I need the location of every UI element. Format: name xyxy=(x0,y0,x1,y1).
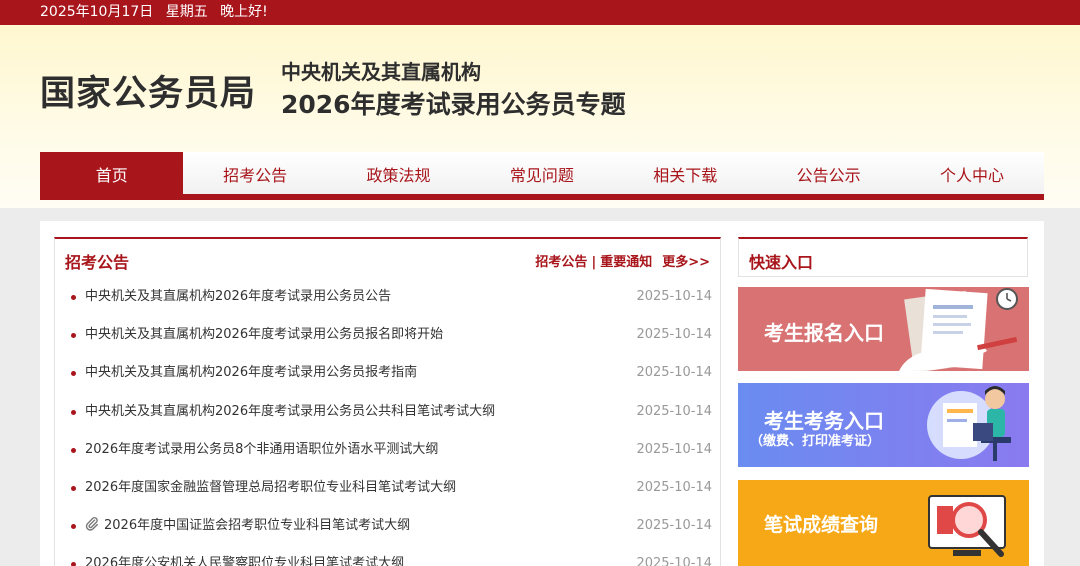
magnifier-monitor-icon xyxy=(928,495,1006,557)
more-link[interactable]: 更多>> xyxy=(662,255,710,270)
list-item[interactable]: 中央机关及其直属机构2026年度考试录用公务员报考指南 2025-10-14 xyxy=(69,363,712,401)
item-title[interactable]: 2026年度考试录用公务员8个非通用语职位外语水平测试大纲 xyxy=(85,440,438,460)
top-bar: 2025年10月17日 星期五 晚上好! xyxy=(0,0,1080,25)
weekday-text: 星期五 xyxy=(165,4,208,20)
list-item[interactable]: 2026年度中国证监会招考职位专业科目笔试考试大纲 2025-10-14 xyxy=(69,516,712,554)
nav-item-announcements[interactable]: 招考公告 xyxy=(183,152,326,200)
list-item[interactable]: 2026年度国家金融监督管理总局招考职位专业科目笔试考试大纲 2025-10-14 xyxy=(69,478,712,516)
nav-item-downloads[interactable]: 相关下载 xyxy=(614,152,757,200)
score-query-label: 笔试成绩查询 xyxy=(764,514,879,536)
nav-item-home[interactable]: 首页 xyxy=(40,152,184,200)
site-logo[interactable]: 国家公务员局 xyxy=(40,65,256,116)
registration-form-icon xyxy=(899,288,1018,371)
bullet-icon xyxy=(71,295,76,300)
link-announcements[interactable]: 招考公告 xyxy=(535,255,587,270)
announcements-list: 中央机关及其直属机构2026年度考试录用公务员公告 2025-10-14 中央机关… xyxy=(69,287,712,566)
registration-entry-banner[interactable]: 考生报名入口 xyxy=(738,287,1029,371)
computer-user-icon xyxy=(927,386,1011,461)
bullet-icon xyxy=(71,524,76,530)
bullet-icon xyxy=(71,409,76,415)
exam-affairs-entry-sublabel: （缴费、打印准考证） xyxy=(750,434,881,449)
date-text: 2025年10月17日 xyxy=(40,4,154,20)
main-content: 招考公告 招考公告 | 重要通知 更多>> 中央机关及其直属机构2026年度考试录用公… xyxy=(40,221,730,566)
paperclip-icon xyxy=(85,517,98,531)
item-date: 2025-10-14 xyxy=(636,479,712,495)
nav-item-faq[interactable]: 常见问题 xyxy=(470,152,613,200)
sidebar: 快速入口 考生报名入口 考生考务入口 （缴费、打印准考证） 笔试成绩查询 xyxy=(730,221,1044,566)
announcements-box: 招考公告 招考公告 | 重要通知 更多>> 中央机关及其直属机构2026年度考试录用公… xyxy=(54,237,721,566)
item-title[interactable]: 中央机关及其直属机构2026年度考试录用公务员公共科目笔试考试大纲 xyxy=(85,402,495,422)
item-date: 2025-10-14 xyxy=(636,556,712,566)
list-item[interactable]: 中央机关及其直属机构2026年度考试录用公务员公共科目笔试考试大纲 2025-10… xyxy=(69,402,712,440)
score-query-banner[interactable]: 笔试成绩查询 xyxy=(738,480,1029,566)
nav-item-notices[interactable]: 公告公示 xyxy=(757,152,900,200)
nav-item-personal-center[interactable]: 个人中心 xyxy=(900,152,1043,200)
bullet-icon xyxy=(71,333,76,339)
quick-entry-title: 快速入口 xyxy=(749,253,814,272)
item-date: 2025-10-14 xyxy=(636,403,712,419)
list-item[interactable]: 2026年度公安机关人民警察职位专业科目笔试考试大纲 2025-10-14 xyxy=(69,554,712,566)
bullet-icon xyxy=(71,371,76,377)
item-title[interactable]: 中央机关及其直属机构2026年度考试录用公务员报名即将开始 xyxy=(85,325,443,345)
bullet-icon xyxy=(71,562,76,566)
main-nav: 首页 招考公告 政策法规 常见问题 相关下载 公告公示 个人中心 xyxy=(40,152,1044,200)
item-title-with-attachment[interactable]: 2026年度中国证监会招考职位专业科目笔试考试大纲 xyxy=(85,516,410,536)
list-item[interactable]: 2026年度考试录用公务员8个非通用语职位外语水平测试大纲 2025-10-14 xyxy=(69,440,712,478)
exam-affairs-entry-banner[interactable]: 考生考务入口 （缴费、打印准考证） xyxy=(738,383,1029,467)
item-title[interactable]: 中央机关及其直属机构2026年度考试录用公务员报考指南 xyxy=(85,363,417,383)
item-title[interactable]: 2026年度中国证监会招考职位专业科目笔试考试大纲 xyxy=(104,518,410,533)
item-date: 2025-10-14 xyxy=(636,327,712,343)
item-date: 2025-10-14 xyxy=(636,441,712,457)
item-date: 2025-10-14 xyxy=(636,365,712,381)
announcements-title: 招考公告 xyxy=(65,253,130,272)
item-title[interactable]: 中央机关及其直属机构2026年度考试录用公务员公告 xyxy=(85,287,391,307)
bullet-icon xyxy=(71,447,76,453)
list-item[interactable]: 中央机关及其直属机构2026年度考试录用公务员报名即将开始 2025-10-14 xyxy=(69,325,712,363)
item-title[interactable]: 2026年度公安机关人民警察职位专业科目笔试考试大纲 xyxy=(85,554,404,566)
greeting-text: 晚上好! xyxy=(220,4,268,20)
registration-entry-label: 考生报名入口 xyxy=(764,321,884,345)
bullet-icon xyxy=(71,485,76,491)
link-important-notices[interactable]: 重要通知 xyxy=(600,255,652,270)
link-separator: | xyxy=(591,255,597,270)
item-title[interactable]: 2026年度国家金融监督管理总局招考职位专业科目笔试考试大纲 xyxy=(85,478,456,498)
list-item[interactable]: 中央机关及其直属机构2026年度考试录用公务员公告 2025-10-14 xyxy=(69,287,712,325)
quick-entry-header: 快速入口 xyxy=(738,237,1028,277)
nav-item-policies[interactable]: 政策法规 xyxy=(327,152,470,200)
item-date: 2025-10-14 xyxy=(636,289,712,304)
item-date: 2025-10-14 xyxy=(636,518,712,534)
announcements-links: 招考公告 | 重要通知 更多>> xyxy=(535,251,710,270)
header-subtitle: 中央机关及其直属机构 xyxy=(281,60,481,84)
header-title: 2026年度考试录用公务员专题 xyxy=(281,90,626,119)
